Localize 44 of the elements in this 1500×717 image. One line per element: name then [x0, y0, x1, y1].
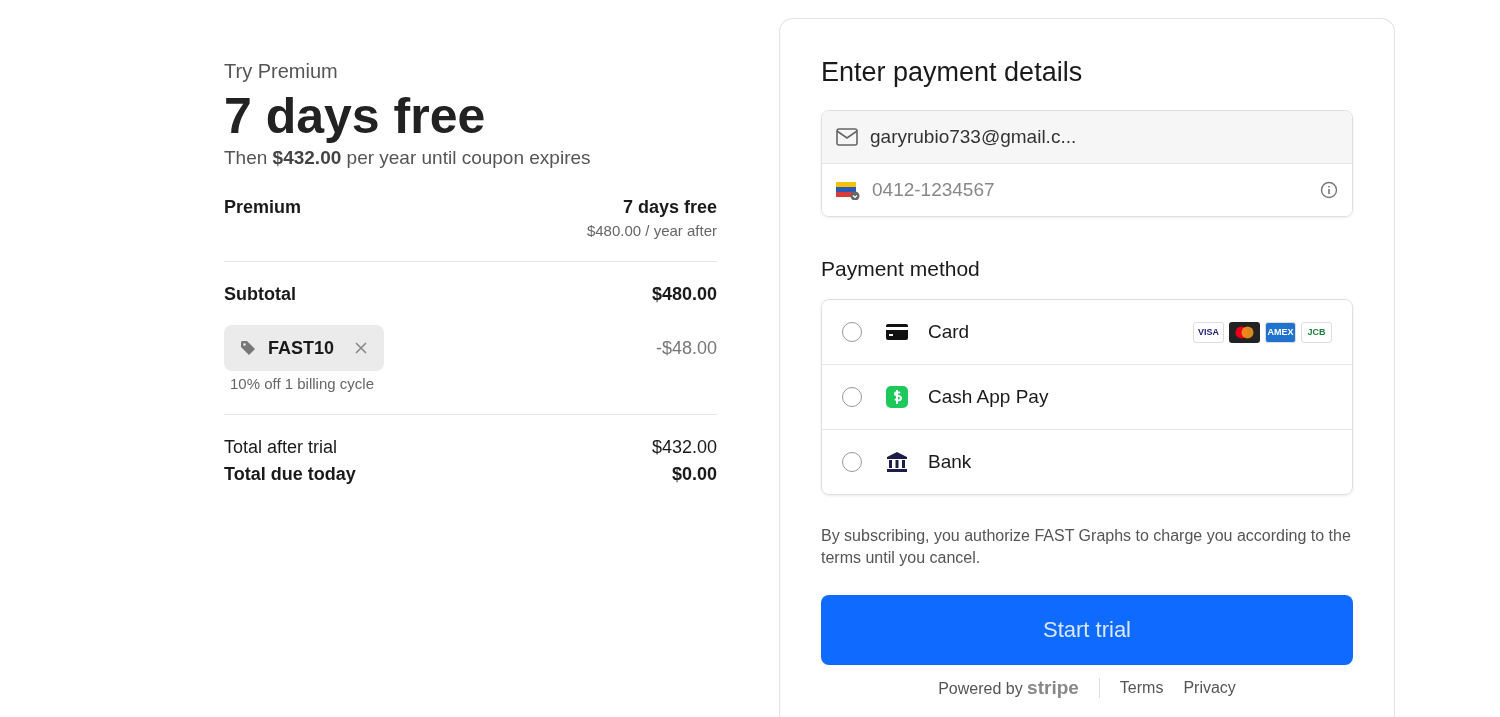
- card-brand-logo: VISA: [1193, 321, 1224, 343]
- card-brand-logo: AMEX: [1265, 321, 1296, 343]
- powered-by-text: Powered by stripe: [938, 677, 1079, 699]
- payment-option-label: Cash App Pay: [928, 386, 1049, 408]
- headline: 7 days free: [224, 87, 487, 145]
- phone-input[interactable]: 0412-1234567: [870, 178, 1310, 202]
- credit-card-icon: [886, 324, 908, 340]
- plan-note: $480.00 / year after: [586, 222, 717, 239]
- payment-option[interactable]: Card VISA AMEX JCB: [822, 300, 1352, 364]
- discount-amount: -$48.00: [655, 337, 717, 359]
- flag-icon[interactable]: [836, 180, 860, 200]
- footer-link[interactable]: Terms: [1119, 679, 1164, 697]
- dollar-icon: [886, 386, 908, 408]
- price-subline: Then $432.00 per year until coupon expires: [224, 147, 592, 169]
- total-due-label: Total due today: [224, 464, 356, 485]
- total-after-trial-value: $432.00: [651, 437, 717, 458]
- card-brand-logo: JCB: [1301, 321, 1332, 343]
- total-after-trial-label: Total after trial: [224, 437, 338, 458]
- start-trial-button[interactable]: Start trial: [821, 595, 1353, 665]
- footer-link[interactable]: Privacy: [1183, 679, 1236, 697]
- payment-option-label: Bank: [928, 451, 972, 473]
- remove-icon[interactable]: [354, 341, 369, 355]
- plan-price: 7 days free: [621, 197, 717, 218]
- coupon-code: FAST10: [268, 337, 335, 359]
- section-heading: Payment method: [821, 257, 981, 281]
- tag-icon: [240, 340, 256, 356]
- plan-name: Premium: [224, 197, 302, 218]
- payment-option-label: Card: [928, 321, 970, 343]
- legal-text: By subscribing, you authorize FAST Graphs to charge you according to the terms until you cancel.: [821, 526, 1352, 568]
- payment-title: Enter payment details: [821, 57, 1084, 88]
- email-input[interactable]: garyrubio733@gmail.c...: [868, 125, 1338, 149]
- subtotal-value: $480.00: [651, 284, 717, 305]
- subtotal-label: Subtotal: [224, 284, 296, 305]
- bank-icon: [886, 451, 908, 473]
- email-field[interactable]: garyrubio733@gmail.c...: [822, 111, 1352, 163]
- mail-icon: [836, 128, 858, 146]
- payment-option[interactable]: Bank: [822, 429, 1352, 494]
- phone-field[interactable]: 0412-1234567: [822, 163, 1352, 216]
- total-due-value: $0.00: [671, 464, 717, 485]
- card-brand-icon: [1229, 321, 1260, 343]
- coupon-note: 10% off 1 billing cycle: [230, 375, 375, 392]
- eyebrow-text: Try Premium: [224, 60, 339, 83]
- info-icon: [1320, 181, 1338, 199]
- payment-option[interactable]: Cash App Pay: [822, 364, 1352, 429]
